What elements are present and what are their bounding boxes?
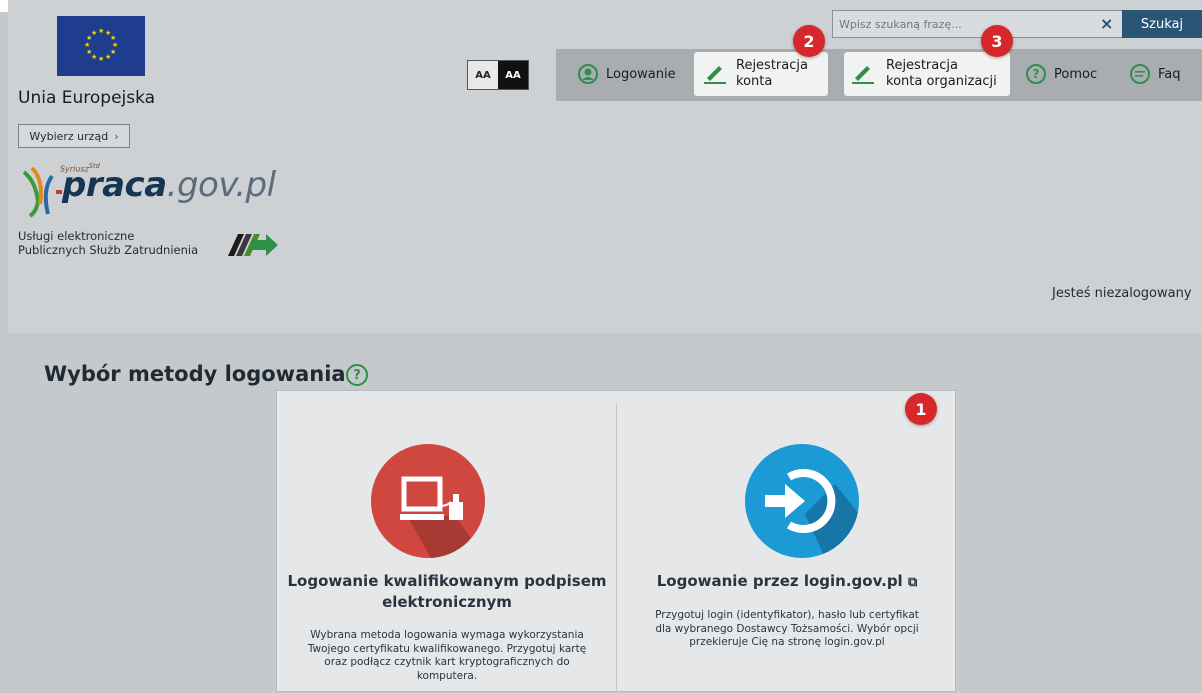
select-office-button[interactable]: Wybierz urząd › [18,124,130,148]
clear-icon[interactable]: × [1100,14,1113,33]
login-arrow-icon [745,444,859,558]
nav-register[interactable]: Rejestracja konta [694,52,828,96]
nav-register-line1: Rejestracja [736,58,808,73]
external-link-icon: ⧉ [907,575,918,590]
eu-label: Unia Europejska [18,88,156,108]
nav-register-org-line2: konta organizacji [886,74,997,89]
annotation-badge-1: 1 [905,393,937,425]
svg-text:★: ★ [105,53,111,61]
login-methods-panel: Logowanie kwalifikowanym podpisem elektr… [276,390,957,693]
eu-flag-icon: ★ ★ ★ ★ ★ ★ ★ ★ ★ ★ ★ ★ [57,16,145,76]
computer-card-reader-icon [371,444,485,558]
nav-login-label: Logowanie [606,66,676,82]
qualified-signature-desc: Wybrana metoda logowania wymaga wykorzys… [307,629,587,682]
nav-help[interactable]: ? Pomoc [1026,64,1097,84]
qualified-signature-option[interactable]: Logowanie kwalifikowanym podpisem elektr… [277,391,617,693]
logo-wordmark: praca.gov.pl [62,165,276,205]
svg-text:★: ★ [91,29,97,37]
qualified-signature-title: Logowanie kwalifikowanym podpisem elektr… [287,572,607,611]
nav-help-label: Pomoc [1054,66,1098,82]
search-bar: × Szukaj [832,10,1202,38]
user-icon [578,64,598,84]
services-caption: Usługi elektroniczne Publicznych Służb Z… [18,229,199,257]
nav-faq-label: Faq [1158,66,1181,82]
search-input[interactable] [832,10,1122,38]
top-nav: Logowanie Rejestracja konta Rejestracja … [556,49,1202,101]
chat-bubble-icon [1130,64,1150,84]
select-office-label: Wybierz urząd [29,129,109,143]
svg-text:★: ★ [86,48,92,56]
font-normal-button[interactable]: AA [468,61,498,89]
nav-register-line2: konta [736,74,773,89]
pencil-icon [852,66,874,84]
page-title: Wybór metody logowania [44,362,346,386]
font-size-toggle: AA AA [467,60,529,90]
svg-text:★: ★ [98,27,104,35]
nav-login[interactable]: Logowanie [578,64,676,84]
login-gov-desc: Przygotuj login (identyfikator), hasło l… [655,609,919,648]
chevron-right-icon: › [114,129,119,143]
high-contrast-button[interactable]: AA [498,61,528,89]
svg-text:★: ★ [98,55,104,63]
annotation-badge-2: 2 [793,25,825,57]
login-status: Jesteś niezalogowany [1052,286,1192,301]
question-icon[interactable]: ? [346,364,368,386]
services-arrows-icon [228,230,280,264]
question-icon: ? [1026,64,1046,84]
nav-register-org[interactable]: Rejestracja konta organizacji [844,52,1010,96]
svg-text:★: ★ [84,41,90,49]
nav-faq[interactable]: Faq [1130,64,1181,84]
logo-swirl-icon [22,166,62,218]
annotation-badge-3: 3 [981,25,1013,57]
pencil-icon [704,66,726,84]
login-gov-option[interactable]: Logowanie przez login.gov.pl ⧉ Przygotuj… [617,391,957,693]
login-gov-title: Logowanie przez login.gov.pl ⧉ [656,572,918,590]
nav-register-org-line1: Rejestracja [886,58,958,73]
search-button[interactable]: Szukaj [1122,10,1202,38]
